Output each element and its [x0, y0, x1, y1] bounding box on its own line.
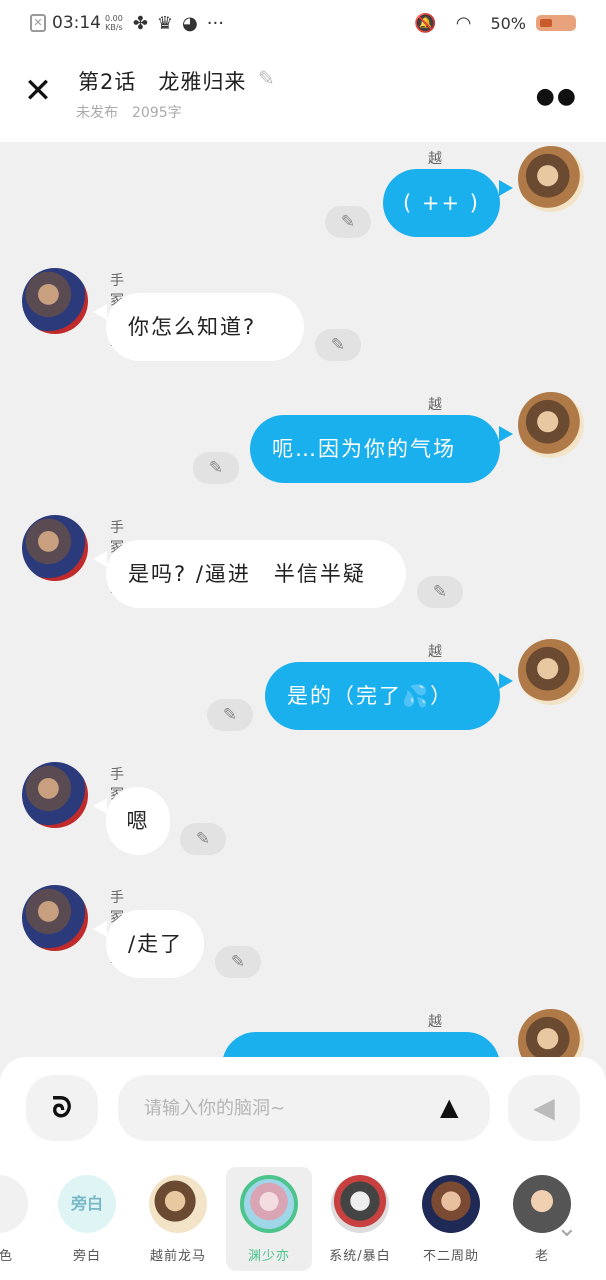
chat-area[interactable]: 越前龙马 ( ++ ) ✎ 手冢国光 你怎么知道? ✎ 越前龙马 呃…因为你的气…	[0, 142, 606, 1057]
character-item[interactable]: 不二周助	[408, 1167, 494, 1264]
close-button[interactable]: ✕	[22, 74, 54, 108]
composer: ᘐ ▲ ◀ 角色 旁白 旁白 越前龙马 渊少亦 系统/暴白 不二周助	[0, 1057, 606, 1280]
character-selector: 角色 旁白 旁白 越前龙马 渊少亦 系统/暴白 不二周助 老 ⌄	[0, 1167, 606, 1272]
more-options-button[interactable]: ●●	[536, 84, 578, 109]
message-bubble[interactable]: 是的（完了💦）	[265, 662, 500, 730]
message-bubble[interactable]: 是吗? /逼进 半信半疑	[106, 540, 406, 608]
avatar	[240, 1175, 298, 1233]
character-item[interactable]: 旁白 旁白	[44, 1167, 130, 1264]
edit-message-icon[interactable]: ✎	[325, 206, 371, 238]
chevron-down-icon[interactable]: ⌄	[556, 1213, 578, 1243]
avatar	[422, 1175, 480, 1233]
status-time: 03:14	[52, 13, 101, 33]
avatar[interactable]	[518, 392, 584, 458]
cat-icon: ◕	[182, 12, 198, 34]
edit-message-icon[interactable]: ✎	[315, 329, 361, 361]
message-bubble[interactable]	[222, 1032, 500, 1057]
avatar: 旁白	[58, 1175, 116, 1233]
avatar[interactable]	[518, 639, 584, 705]
crown-icon: ♛	[156, 12, 174, 34]
avatar[interactable]	[22, 762, 88, 828]
edit-title-icon[interactable]: ✎	[258, 66, 275, 90]
more-dots-icon: ···	[206, 12, 224, 34]
edit-message-icon[interactable]: ✎	[193, 452, 239, 484]
message-bubble[interactable]: /走了	[106, 910, 204, 978]
edit-message-icon[interactable]: ✎	[180, 823, 226, 855]
avatar[interactable]	[22, 885, 88, 951]
close-notification-icon: ✕	[30, 14, 46, 32]
voice-button[interactable]: ᘐ	[26, 1075, 98, 1141]
message-input[interactable]	[118, 1075, 490, 1141]
wifi-icon: ◠	[455, 12, 472, 34]
status-bar: ✕ 03:14 0.00 KB/s ✤ ♛ ◕ ··· 🔕 ◠ 50%	[0, 0, 606, 46]
page-subtitle: 未发布 2095字	[76, 105, 182, 121]
avatar[interactable]	[22, 268, 88, 334]
avatar	[0, 1175, 28, 1233]
edit-message-icon[interactable]: ✎	[417, 576, 463, 608]
avatar	[331, 1175, 389, 1233]
page-title: 第2话 龙雅归来	[78, 70, 247, 94]
character-item[interactable]: 系统/暴白	[317, 1167, 403, 1264]
message-bubble[interactable]: 嗯	[106, 787, 170, 855]
fan-icon: ✤	[132, 12, 148, 34]
send-button[interactable]: ◀	[508, 1075, 580, 1141]
avatar[interactable]	[518, 146, 584, 212]
character-item[interactable]: 角色	[0, 1167, 42, 1264]
message-bubble[interactable]: ( ++ )	[383, 169, 500, 237]
avatar	[149, 1175, 207, 1233]
avatar[interactable]	[22, 515, 88, 581]
image-icon[interactable]: ▲	[440, 1093, 458, 1121]
edit-message-icon[interactable]: ✎	[215, 946, 261, 978]
net-speed: 0.00 KB/s	[105, 14, 123, 32]
edit-message-icon[interactable]: ✎	[207, 699, 253, 731]
battery-text: 50%	[490, 13, 526, 33]
avatar[interactable]	[518, 1009, 584, 1057]
character-item[interactable]: 渊少亦	[226, 1167, 312, 1271]
message-bubble[interactable]: 呃…因为你的气场	[250, 415, 500, 483]
battery-icon	[536, 15, 576, 31]
message-bubble[interactable]: 你怎么知道?	[106, 293, 304, 361]
mute-icon: 🔕	[414, 12, 437, 34]
character-item[interactable]: 越前龙马	[135, 1167, 221, 1264]
header: ✕ 第2话 龙雅归来 ✎ 未发布 2095字 ●●	[0, 46, 606, 142]
